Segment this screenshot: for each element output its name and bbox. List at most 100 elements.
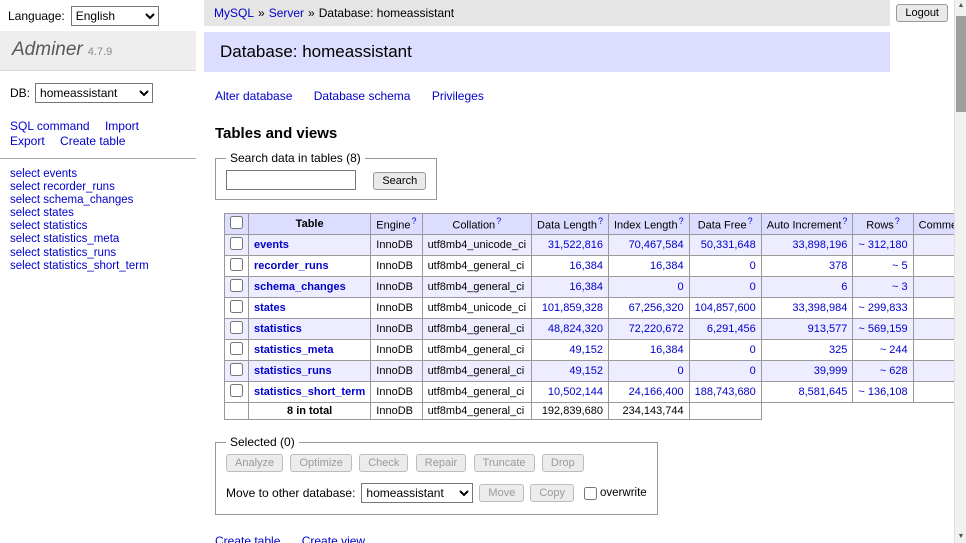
rows-link[interactable]: ~ 5 <box>858 260 907 272</box>
row-checkbox[interactable] <box>230 279 243 292</box>
data-length-link[interactable]: 101,859,328 <box>537 302 603 314</box>
selected-action-button[interactable]: Check <box>359 454 408 472</box>
sidebar-table-link[interactable]: select statistics_meta <box>10 233 186 246</box>
sidebar-table-link[interactable]: select events <box>10 168 186 181</box>
help-icon[interactable]: ? <box>598 216 603 226</box>
data-free-link[interactable]: 0 <box>695 260 756 272</box>
action-link[interactable]: Alter database <box>215 89 292 103</box>
action-link[interactable]: Create view <box>302 534 365 543</box>
index-length-link[interactable]: 70,467,584 <box>614 239 684 251</box>
rows-link[interactable]: ~ 628 <box>858 365 907 377</box>
auto-increment-link[interactable]: 325 <box>767 344 848 356</box>
scrollbar-thumb[interactable] <box>956 16 966 112</box>
help-icon[interactable]: ? <box>842 216 847 226</box>
row-checkbox[interactable] <box>230 237 243 250</box>
search-input[interactable] <box>226 170 356 190</box>
table-name-link[interactable]: statistics <box>254 323 302 335</box>
move-db-select[interactable]: homeassistant <box>361 483 473 503</box>
data-free-link[interactable]: 6,291,456 <box>695 323 756 335</box>
auto-increment-link[interactable]: 33,398,984 <box>767 302 848 314</box>
help-icon[interactable]: ? <box>412 216 417 226</box>
row-checkbox[interactable] <box>230 384 243 397</box>
auto-increment-link[interactable]: 39,999 <box>767 365 848 377</box>
sidebar-table-link[interactable]: select schema_changes <box>10 194 186 207</box>
selected-action-button[interactable]: Analyze <box>226 454 283 472</box>
action-link[interactable]: Create table <box>215 534 280 543</box>
data-free-link[interactable]: 188,743,680 <box>695 386 756 398</box>
index-length-link[interactable]: 72,220,672 <box>614 323 684 335</box>
help-icon[interactable]: ? <box>748 216 753 226</box>
action-link[interactable]: Privileges <box>432 89 484 103</box>
scrollbar[interactable]: ▲ ▼ <box>954 0 966 543</box>
data-free-link[interactable]: 0 <box>695 344 756 356</box>
table-name-link[interactable]: statistics_runs <box>254 365 332 377</box>
row-checkbox[interactable] <box>230 258 243 271</box>
logout-button[interactable]: Logout <box>896 4 948 22</box>
data-length-link[interactable]: 16,384 <box>537 281 603 293</box>
sidebar-table-link[interactable]: select statistics_runs <box>10 247 186 260</box>
language-select[interactable]: English <box>71 6 159 26</box>
table-name-link[interactable]: statistics_short_term <box>254 386 365 398</box>
selected-action-button[interactable]: Drop <box>542 454 584 472</box>
scrollbar-up-arrow[interactable]: ▲ <box>955 0 966 12</box>
sidebar-table-link[interactable]: select states <box>10 207 186 220</box>
index-length-link[interactable]: 0 <box>614 281 684 293</box>
index-length-link[interactable]: 16,384 <box>614 344 684 356</box>
action-link[interactable]: Export <box>10 134 45 148</box>
action-link[interactable]: Import <box>105 119 139 133</box>
scrollbar-down-arrow[interactable]: ▼ <box>955 531 966 543</box>
selected-action-button[interactable]: Truncate <box>474 454 535 472</box>
sidebar-table-link[interactable]: select statistics <box>10 220 186 233</box>
selected-action-button[interactable]: Repair <box>416 454 466 472</box>
data-length-link[interactable]: 16,384 <box>537 260 603 272</box>
data-length-link[interactable]: 48,824,320 <box>537 323 603 335</box>
table-name-link[interactable]: states <box>254 302 286 314</box>
data-length-link[interactable]: 49,152 <box>537 344 603 356</box>
data-free-link[interactable]: 104,857,600 <box>695 302 756 314</box>
row-checkbox[interactable] <box>230 363 243 376</box>
auto-increment-link[interactable]: 6 <box>767 281 848 293</box>
rows-link[interactable]: ~ 136,108 <box>858 386 907 398</box>
select-all-checkbox[interactable] <box>230 216 243 229</box>
sidebar-table-link[interactable]: select recorder_runs <box>10 181 186 194</box>
index-length-link[interactable]: 16,384 <box>614 260 684 272</box>
rows-link[interactable]: ~ 244 <box>858 344 907 356</box>
index-length-link[interactable]: 24,166,400 <box>614 386 684 398</box>
index-length-link[interactable]: 0 <box>614 365 684 377</box>
help-icon[interactable]: ? <box>496 216 501 226</box>
db-select[interactable]: homeassistant <box>35 83 153 103</box>
auto-increment-link[interactable]: 33,898,196 <box>767 239 848 251</box>
table-name-link[interactable]: events <box>254 239 289 251</box>
sidebar-table-link[interactable]: select statistics_short_term <box>10 260 186 273</box>
data-free-link[interactable]: 0 <box>695 281 756 293</box>
move-button[interactable]: Move <box>479 484 524 502</box>
copy-button[interactable]: Copy <box>530 484 574 502</box>
rows-link[interactable]: ~ 3 <box>858 281 907 293</box>
rows-link[interactable]: ~ 312,180 <box>858 239 907 251</box>
action-link[interactable]: SQL command <box>10 119 90 133</box>
row-checkbox[interactable] <box>230 342 243 355</box>
index-length-link[interactable]: 67,256,320 <box>614 302 684 314</box>
search-button[interactable]: Search <box>373 172 426 190</box>
rows-link[interactable]: ~ 569,159 <box>858 323 907 335</box>
auto-increment-link[interactable]: 913,577 <box>767 323 848 335</box>
table-name-link[interactable]: schema_changes <box>254 281 346 293</box>
data-free-link[interactable]: 0 <box>695 365 756 377</box>
data-length-link[interactable]: 10,502,144 <box>537 386 603 398</box>
rows-link[interactable]: ~ 299,833 <box>858 302 907 314</box>
help-icon[interactable]: ? <box>895 216 900 226</box>
data-length-link[interactable]: 31,522,816 <box>537 239 603 251</box>
row-checkbox[interactable] <box>230 321 243 334</box>
adminer-logo[interactable]: Adminer4.7.9 <box>12 39 112 60</box>
help-icon[interactable]: ? <box>679 216 684 226</box>
action-link[interactable]: Create table <box>60 134 125 148</box>
data-length-link[interactable]: 49,152 <box>537 365 603 377</box>
auto-increment-link[interactable]: 378 <box>767 260 848 272</box>
row-checkbox[interactable] <box>230 300 243 313</box>
action-link[interactable]: Database schema <box>314 89 411 103</box>
selected-action-button[interactable]: Optimize <box>290 454 351 472</box>
table-name-link[interactable]: statistics_meta <box>254 344 334 356</box>
overwrite-checkbox[interactable] <box>584 487 597 500</box>
table-name-link[interactable]: recorder_runs <box>254 260 329 272</box>
auto-increment-link[interactable]: 8,581,645 <box>767 386 848 398</box>
